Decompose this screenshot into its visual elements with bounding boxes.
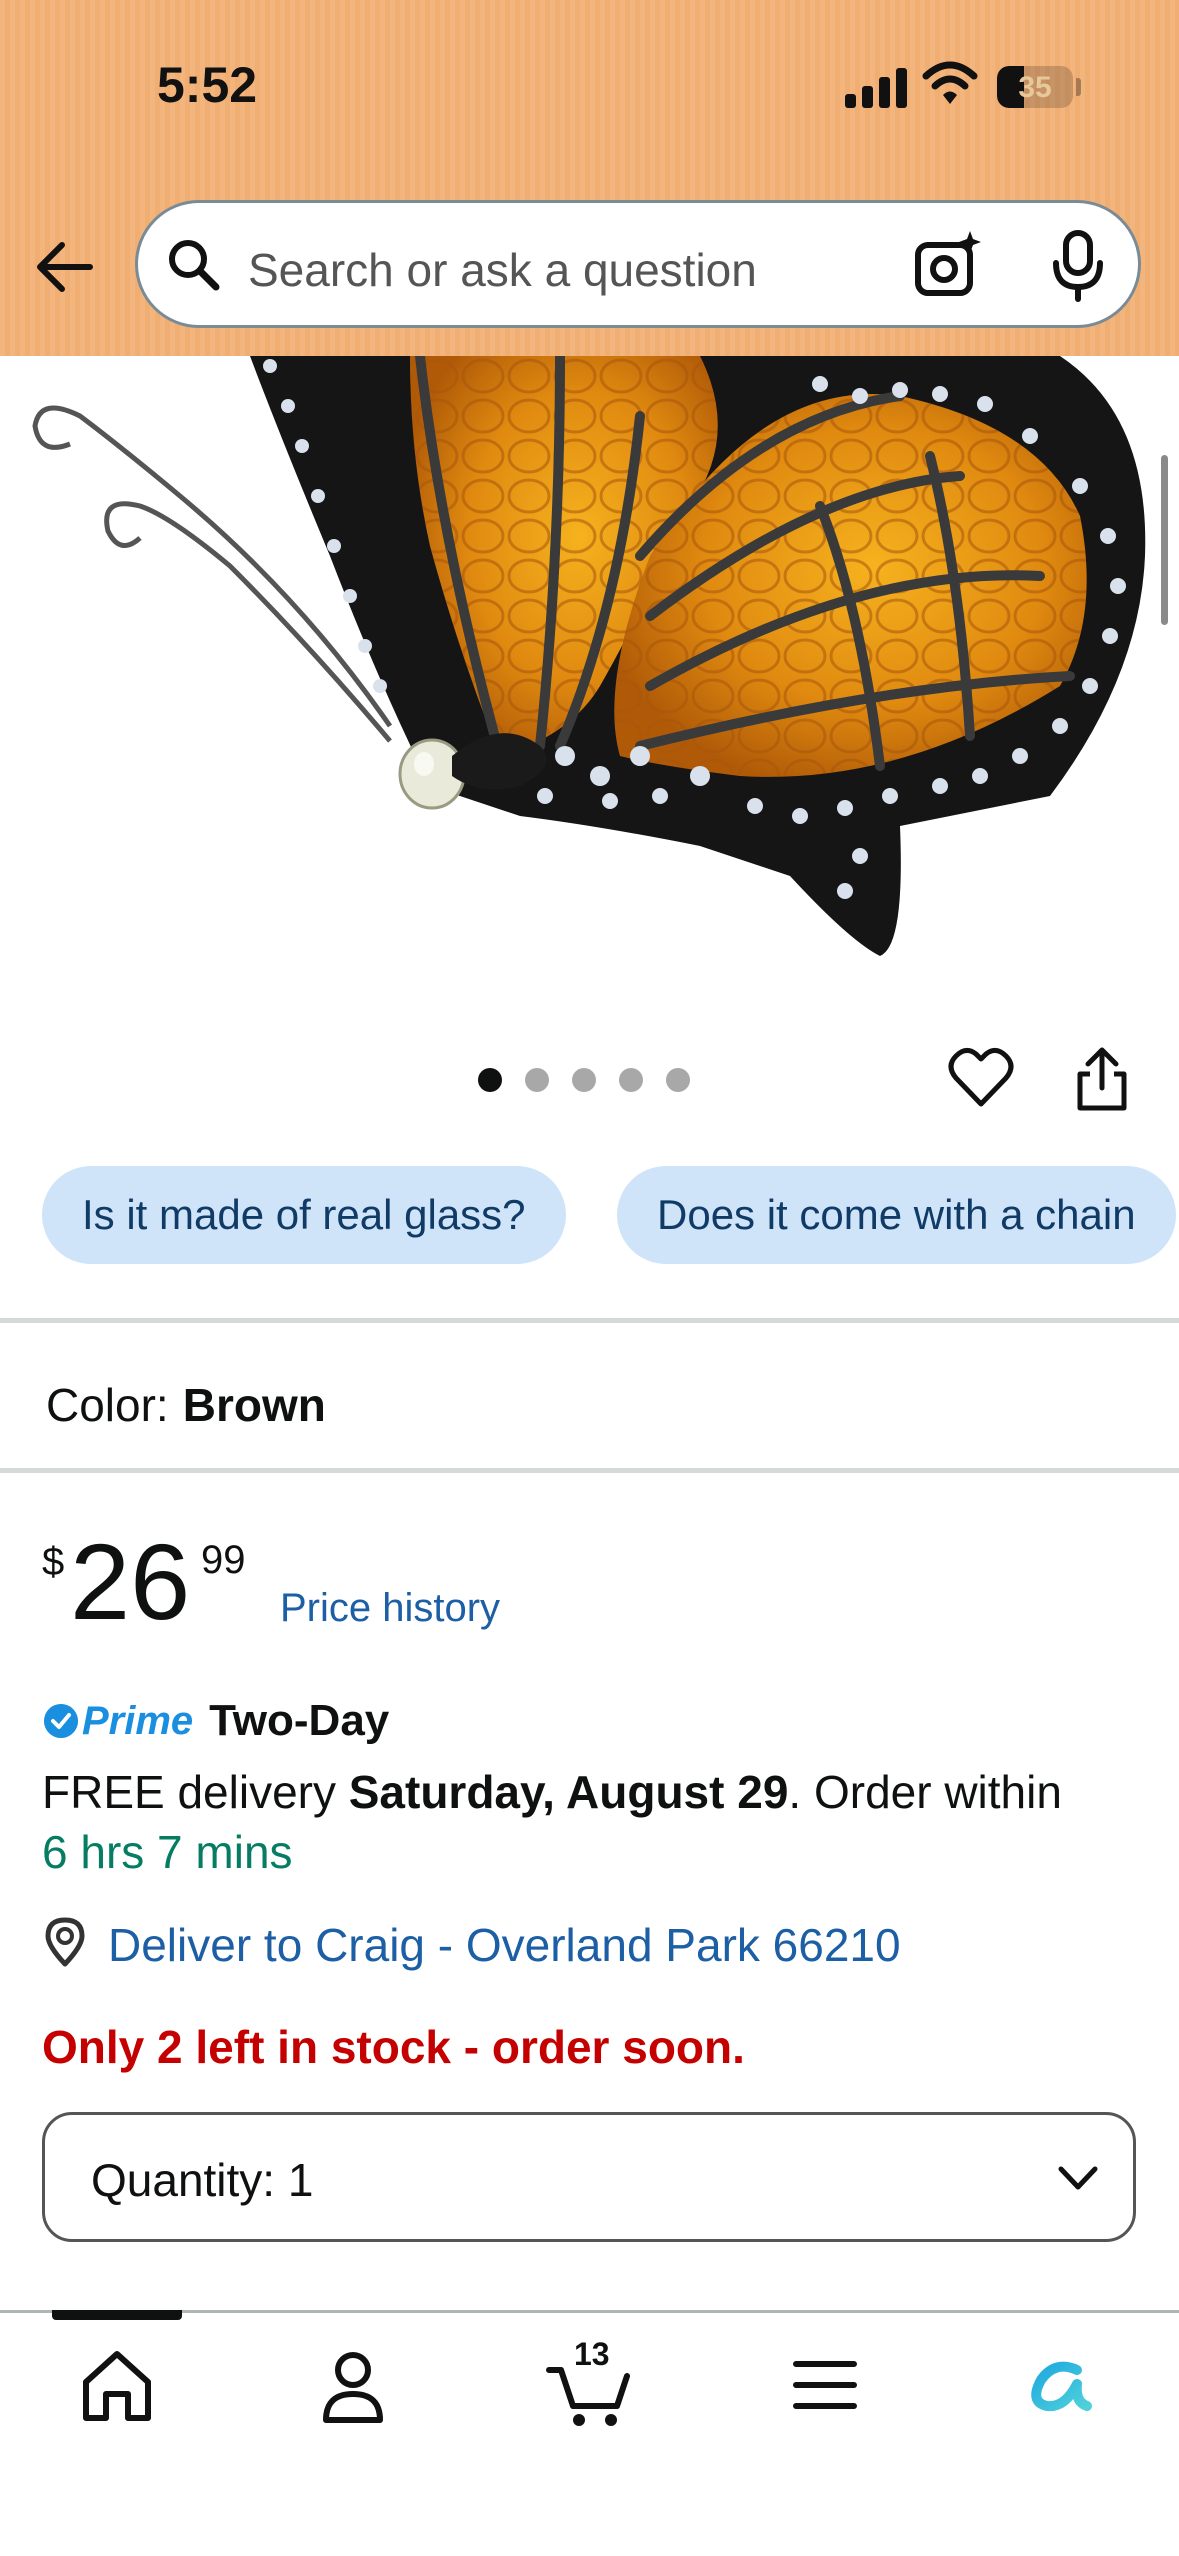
battery-percent: 35 bbox=[1018, 71, 1052, 104]
prime-check-icon bbox=[44, 1704, 78, 1738]
question-chip-chain[interactable]: Does it come with a chain bbox=[617, 1166, 1176, 1264]
prime-badge: Prime Two-Day bbox=[44, 1696, 389, 1746]
account-icon[interactable] bbox=[308, 2340, 398, 2430]
price-whole: 26 bbox=[70, 1521, 191, 1642]
carousel-dot[interactable] bbox=[478, 1068, 502, 1092]
color-value: Brown bbox=[182, 1379, 326, 1431]
product-image[interactable] bbox=[0, 356, 1179, 996]
carousel-dot[interactable] bbox=[572, 1068, 596, 1092]
section-divider bbox=[0, 1468, 1179, 1473]
active-tab-indicator bbox=[52, 2310, 182, 2320]
search-icon bbox=[169, 240, 220, 291]
color-label: Color: bbox=[46, 1379, 169, 1431]
rufus-icon[interactable] bbox=[1015, 2340, 1105, 2430]
camera-search-icon[interactable] bbox=[908, 227, 988, 307]
home-icon[interactable] bbox=[72, 2340, 162, 2430]
delivery-countdown: 6 hrs 7 mins bbox=[42, 1826, 293, 1878]
quantity-dropdown[interactable]: Quantity: 1 bbox=[42, 2112, 1136, 2242]
heart-icon[interactable] bbox=[948, 1046, 1014, 1112]
delivery-date: Saturday, August 29 bbox=[348, 1766, 789, 1818]
cart-count-badge: 13 bbox=[574, 2336, 610, 2372]
prime-speed: Two-Day bbox=[209, 1696, 390, 1745]
quantity-value: 1 bbox=[287, 2154, 314, 2206]
question-chip-real-glass[interactable]: Is it made of real glass? bbox=[42, 1166, 566, 1264]
scroll-indicator[interactable] bbox=[1161, 455, 1168, 625]
carousel-dot[interactable] bbox=[619, 1068, 643, 1092]
price-currency: $ bbox=[42, 1540, 65, 1584]
color-selection[interactable]: Color: Brown bbox=[46, 1378, 326, 1432]
carousel-dot[interactable] bbox=[666, 1068, 690, 1092]
price-history-link[interactable]: Price history bbox=[280, 1586, 500, 1631]
app-header: 5:52 35 Search or ask a question bbox=[0, 0, 1179, 356]
prime-label: Prime bbox=[82, 1698, 194, 1743]
free-delivery-text: FREE delivery bbox=[42, 1766, 349, 1818]
battery-cap bbox=[1076, 78, 1081, 96]
back-arrow-icon[interactable] bbox=[30, 232, 100, 302]
status-time: 5:52 bbox=[157, 57, 258, 113]
menu-icon[interactable] bbox=[780, 2340, 870, 2430]
search-bar[interactable]: Search or ask a question bbox=[135, 200, 1141, 328]
search-input[interactable]: Search or ask a question bbox=[248, 243, 757, 297]
section-divider bbox=[0, 1318, 1179, 1323]
chevron-down-icon bbox=[1058, 2166, 1098, 2190]
deliver-to-link[interactable]: Deliver to Craig - Overland Park 66210 bbox=[108, 1918, 901, 1972]
quantity-label: Quantity: 1 bbox=[91, 2154, 314, 2206]
cellular-signal-icon bbox=[845, 66, 909, 108]
microphone-icon[interactable] bbox=[1043, 227, 1113, 307]
order-within-text: . Order within bbox=[788, 1766, 1062, 1818]
stock-status: Only 2 left in stock - order soon. bbox=[42, 2021, 745, 2073]
carousel-dot[interactable] bbox=[525, 1068, 549, 1092]
wifi-icon bbox=[922, 61, 978, 104]
delivery-info: FREE delivery Saturday, August 29. Order… bbox=[42, 1762, 1152, 1882]
share-icon[interactable] bbox=[1072, 1044, 1132, 1114]
battery-icon: 35 bbox=[997, 66, 1073, 108]
location-pin-icon bbox=[45, 1917, 85, 1967]
price-fraction: 99 bbox=[201, 1538, 246, 1582]
